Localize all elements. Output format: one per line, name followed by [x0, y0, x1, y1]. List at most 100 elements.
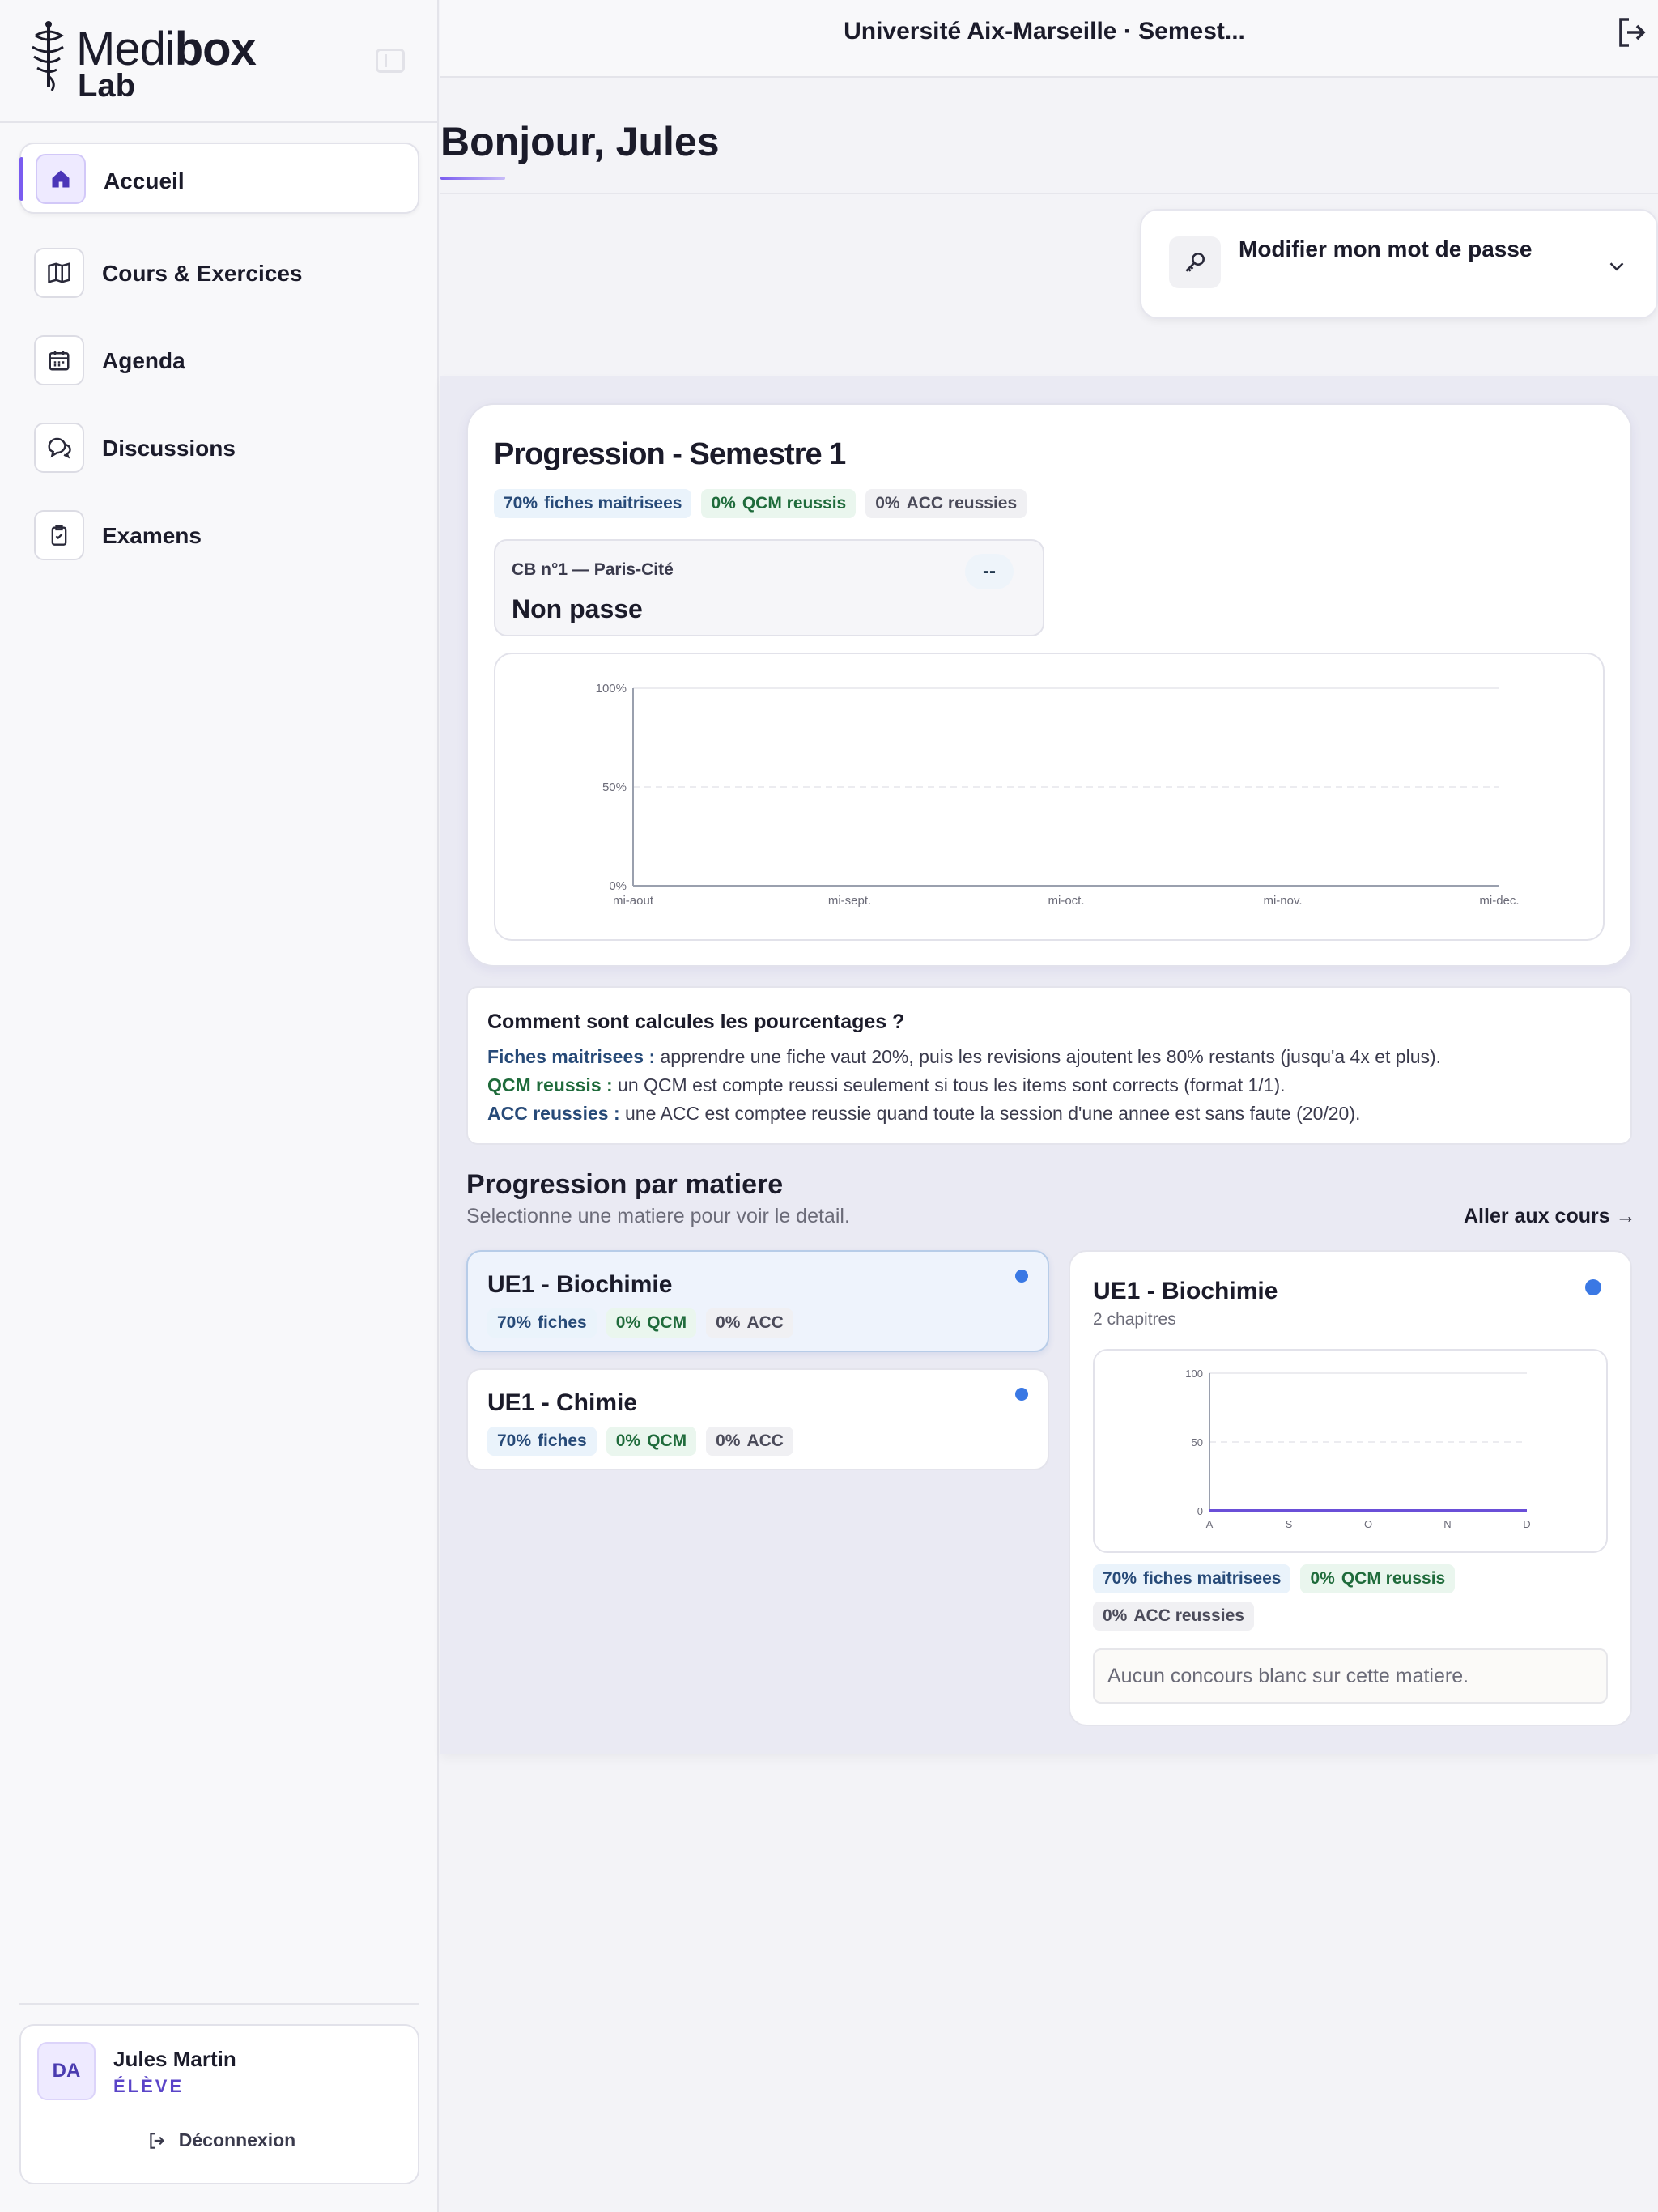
stat-label: fiches maitrisees	[544, 494, 682, 513]
subject-detail-panel: UE1 - Biochimie 2 chapitres 0 50 100 A S O N D …	[1069, 1250, 1632, 1726]
divider	[19, 2003, 419, 2005]
stat-label: QCM	[647, 1313, 687, 1332]
user-name: Jules Martin	[113, 2047, 236, 2071]
stat-value: 0%	[875, 494, 900, 513]
status-dot	[1015, 1270, 1028, 1283]
sidebar-item-cours[interactable]: Cours & Exercices	[19, 232, 419, 303]
y-tick-label: 100%	[596, 682, 627, 696]
status-dot	[1015, 1388, 1028, 1401]
stat-value: 0%	[1310, 1569, 1335, 1588]
divider	[0, 121, 437, 123]
stat-qcm: 0% QCM	[606, 1308, 697, 1338]
home-icon	[36, 154, 86, 204]
stat-acc: 0% ACC	[706, 1427, 793, 1456]
topbar-title[interactable]: Université Aix-Marseille · Semest...	[440, 18, 1648, 45]
page-title: Bonjour, Jules	[440, 119, 720, 164]
sidebar: Medibox Lab Accueil Cours & Exercices Ag…	[0, 0, 439, 2212]
title-underline	[440, 177, 505, 180]
sidebar-item-accueil[interactable]: Accueil	[19, 143, 419, 214]
stat-label: ACC reussies	[1133, 1606, 1244, 1625]
subject-chart-svg: 0 50 100 A S O N D	[1185, 1368, 1530, 1530]
stat-label: QCM	[647, 1431, 687, 1450]
exit-icon[interactable]	[1613, 13, 1652, 52]
subject-card-chimie[interactable]: UE1 - Chimie 70% fiches 0% QCM 0% ACC	[466, 1368, 1049, 1470]
chat-icon	[34, 423, 84, 473]
sidebar-collapse-icon[interactable]	[376, 49, 405, 73]
x-tick-label: mi-aout	[613, 894, 654, 908]
logout-icon	[150, 2132, 164, 2149]
info-text: une ACC est comptee reussie quand toute …	[619, 1103, 1361, 1124]
progression-title: Progression - Semestre 1	[494, 437, 846, 471]
cb-label: CB n°1 — Paris-Cité	[512, 560, 674, 579]
stat-acc: 0% ACC	[706, 1308, 793, 1338]
x-tick-label: O	[1364, 1518, 1372, 1530]
stat-value: 0%	[716, 1313, 741, 1332]
info-term: ACC reussies :	[487, 1103, 620, 1124]
y-tick-label: 100	[1185, 1368, 1203, 1380]
subject-card-biochimie[interactable]: UE1 - Biochimie 70% fiches 0% QCM 0% ACC	[466, 1250, 1049, 1352]
semester-chart: 0% 50% 100% mi-aout mi-sept. mi-oct. mi-nov. mi…	[494, 653, 1605, 941]
section-subtitle: Selectionne une matiere pour voir le det…	[466, 1205, 850, 1227]
key-icon	[1169, 236, 1221, 288]
greeting-area: Bonjour, Jules	[440, 78, 1658, 194]
brand-name: Medibox	[76, 23, 257, 75]
x-tick-label: N	[1443, 1518, 1451, 1530]
x-tick-label: mi-sept.	[828, 894, 871, 908]
stat-value: 70%	[497, 1313, 532, 1332]
stat-qcm: 0% QCM reussis	[701, 489, 857, 518]
clipboard-check-icon	[34, 510, 84, 560]
cb-status: Non passe	[512, 594, 643, 623]
avatar[interactable]: DA	[37, 2042, 96, 2100]
brand-subname: Lab	[78, 68, 136, 104]
stat-qcm: 0% QCM	[606, 1427, 697, 1456]
brand-logo[interactable]: Medibox Lab	[28, 19, 257, 104]
x-tick-label: A	[1206, 1518, 1214, 1530]
y-tick-label: 50	[1192, 1436, 1203, 1448]
stat-value: 70%	[1103, 1569, 1137, 1588]
stat-acc: 0% ACC reussies	[865, 489, 1027, 518]
concours-blanc-card[interactable]: CB n°1 — Paris-Cité Non passe --	[494, 539, 1044, 636]
info-row-fiches: Fiches maitrisees : apprendre une fiche …	[487, 1046, 1441, 1068]
user-role: ÉLÈVE	[113, 2076, 185, 2096]
section-title: Progression par matiere	[466, 1169, 784, 1200]
x-tick-label: D	[1523, 1518, 1530, 1530]
change-password-label: Modifier mon mot de passe	[1239, 236, 1533, 262]
y-tick-label: 0%	[609, 879, 627, 893]
sidebar-item-examens[interactable]: Examens	[19, 494, 419, 565]
subject-stats: 70% fiches 0% QCM 0% ACC	[487, 1427, 793, 1456]
user-card: DA Jules Martin ÉLÈVE Déconnexion	[19, 2024, 419, 2184]
subject-title: UE1 - Biochimie	[487, 1271, 673, 1298]
stat-value: 0%	[711, 494, 736, 513]
status-dot	[1585, 1279, 1601, 1295]
sidebar-item-label: Discussions	[102, 436, 236, 461]
chevron-down-icon	[1609, 262, 1624, 271]
stat-value: 0%	[615, 1313, 641, 1332]
detail-title: UE1 - Biochimie	[1093, 1278, 1278, 1304]
semester-chart-svg: 0% 50% 100% mi-aout mi-sept. mi-oct. mi-nov. mi…	[596, 682, 1520, 908]
sidebar-item-agenda[interactable]: Agenda	[19, 319, 419, 390]
cb-score-badge: --	[965, 554, 1014, 589]
change-password-accordion[interactable]: Modifier mon mot de passe	[1140, 209, 1658, 319]
stat-value: 0%	[615, 1431, 641, 1450]
stat-fiches: 70% fiches maitrisees	[494, 489, 692, 518]
subject-chart: 0 50 100 A S O N D	[1093, 1349, 1608, 1553]
sidebar-item-label: Examens	[102, 523, 202, 548]
topbar: Université Aix-Marseille · Semest...	[440, 0, 1658, 78]
go-to-courses-link[interactable]: Aller aux cours →	[1464, 1205, 1636, 1228]
brand-name-part2: box	[174, 23, 257, 75]
detail-subtitle: 2 chapitres	[1093, 1310, 1176, 1329]
x-tick-label: S	[1286, 1518, 1293, 1530]
detail-stats: 70% fiches maitrisees 0% QCM reussis	[1093, 1564, 1456, 1593]
info-term: Fiches maitrisees :	[487, 1046, 656, 1067]
sidebar-item-discussions[interactable]: Discussions	[19, 406, 419, 478]
info-text: apprendre une fiche vaut 20%, puis les r…	[655, 1046, 1442, 1067]
progression-card: Progression - Semestre 1 70% fiches maitr…	[466, 403, 1632, 967]
logout-button[interactable]: Déconnexion	[21, 2129, 421, 2151]
stat-label: QCM reussis	[1341, 1569, 1446, 1588]
empty-concours-message: Aucun concours blanc sur cette matiere.	[1093, 1648, 1608, 1704]
detail-stats-row2: 0% ACC reussies	[1093, 1602, 1254, 1631]
stat-label: fiches maitrisees	[1143, 1569, 1282, 1588]
stat-value: 70%	[504, 494, 538, 513]
stat-acc: 0% ACC reussies	[1093, 1602, 1254, 1631]
x-tick-label: mi-dec.	[1479, 894, 1519, 908]
